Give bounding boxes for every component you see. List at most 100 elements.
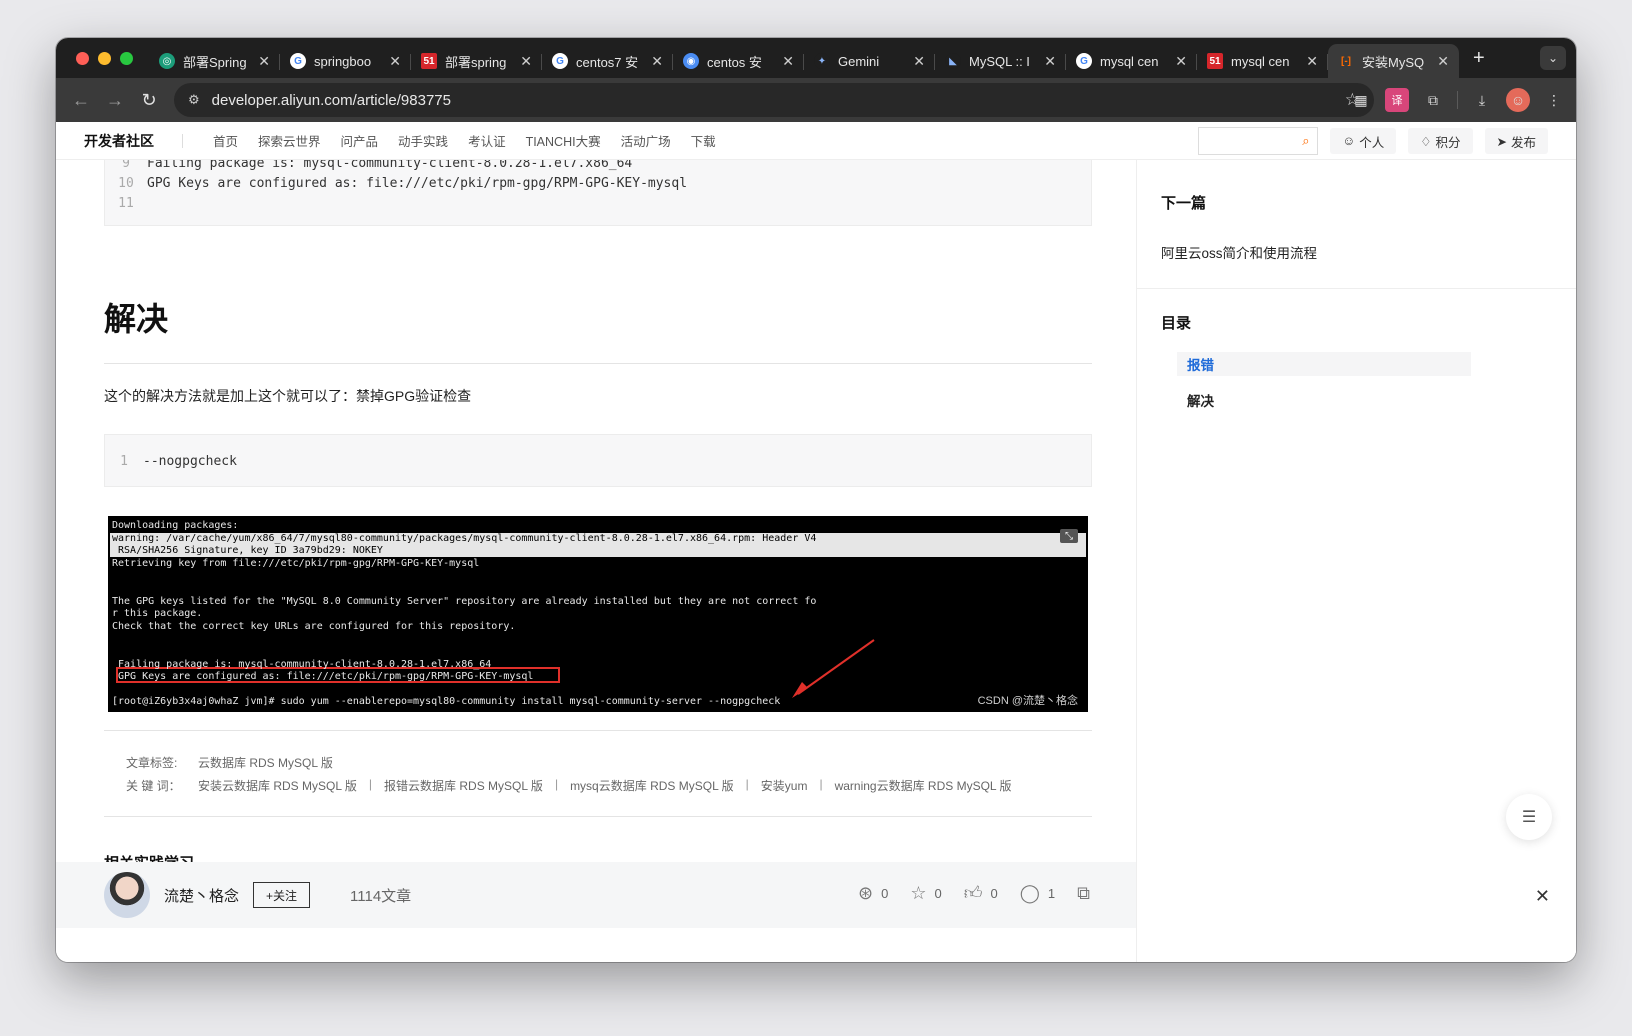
nav-link-1[interactable]: 探索云世界 bbox=[258, 131, 321, 150]
toc-item-solution[interactable]: 解决 bbox=[1177, 388, 1471, 412]
line-number: 1 bbox=[120, 453, 128, 469]
tab-title: centos7 安 bbox=[576, 54, 639, 70]
next-article-link[interactable]: 阿里云oss简介和使用流程 bbox=[1161, 242, 1317, 262]
download-icon[interactable]: ⤓ bbox=[1470, 88, 1494, 112]
url-text[interactable]: developer.aliyun.com/article/983775 bbox=[212, 92, 451, 109]
terminal-line: GPG Keys are configured as: file:///etc/… bbox=[112, 671, 534, 683]
close-tab-icon[interactable]: ✕ bbox=[651, 53, 663, 70]
keyword-separator: | bbox=[554, 777, 559, 791]
keyword-link[interactable]: 报错云数据库 RDS MySQL 版 bbox=[384, 777, 543, 794]
maximize-window-button[interactable] bbox=[120, 51, 133, 65]
header-actions: ⌕ ☺ 个人 ♢ 积分 ➤ 发布 bbox=[1198, 127, 1548, 155]
search-icon[interactable]: ⌕ bbox=[1302, 133, 1309, 149]
tab-5[interactable]: ✦ Gemini ✕ bbox=[804, 46, 935, 76]
address-bar[interactable]: ⚙ developer.aliyun.com/article/983775 ☆ bbox=[174, 83, 1374, 117]
terminal-line: warning: /var/cache/yum/x86_64/7/mysql80… bbox=[112, 532, 817, 544]
nav-link-2[interactable]: 问产品 bbox=[341, 131, 379, 150]
user-icon: ☺ bbox=[1342, 134, 1356, 148]
article-tags: 文章标签: 云数据库 RDS MySQL 版 bbox=[126, 754, 333, 771]
comment-count: 1 bbox=[1047, 885, 1056, 901]
personal-button[interactable]: ☺ 个人 bbox=[1330, 128, 1397, 154]
close-window-button[interactable] bbox=[76, 51, 89, 65]
tab-title: mysql cen bbox=[1231, 53, 1290, 69]
tab-8[interactable]: 51 mysql cen ✕ bbox=[1197, 46, 1328, 76]
tab-title: 安装MySQ bbox=[1362, 54, 1425, 70]
keyword-link[interactable]: warning云数据库 RDS MySQL 版 bbox=[835, 777, 1012, 794]
close-tab-icon[interactable]: ✕ bbox=[1437, 53, 1449, 70]
tab-9[interactable]: [-] 安装MySQ ✕ bbox=[1328, 44, 1459, 78]
author-avatar[interactable] bbox=[104, 872, 150, 918]
nav-link-0[interactable]: 首页 bbox=[213, 131, 238, 150]
aliyun-icon: [-] bbox=[1341, 55, 1351, 67]
close-tab-icon[interactable]: ✕ bbox=[913, 53, 925, 70]
author-name[interactable]: 流楚丶格念 bbox=[164, 885, 239, 906]
like-button[interactable]: 👍︎ 0 bbox=[964, 882, 998, 904]
minimize-window-button[interactable] bbox=[98, 51, 111, 65]
send-icon: ➤ bbox=[1496, 134, 1507, 149]
new-tab-button[interactable]: + bbox=[1473, 47, 1485, 70]
close-tab-icon[interactable]: ✕ bbox=[520, 53, 532, 70]
nav-link-4[interactable]: 考认证 bbox=[468, 131, 506, 150]
feedback-chat-icon[interactable]: ☰ bbox=[1506, 794, 1552, 840]
share-button[interactable]: ⧉ bbox=[1077, 883, 1090, 904]
site-brand[interactable]: 开发者社区 bbox=[84, 131, 154, 151]
terminal-line: RSA/SHA256 Signature, key ID 3a79bd29: N… bbox=[112, 545, 383, 557]
tag-link[interactable]: 云数据库 RDS MySQL 版 bbox=[198, 754, 333, 771]
gemini-icon: ✦ bbox=[814, 53, 830, 69]
keyword-link[interactable]: mysq云数据库 RDS MySQL 版 bbox=[570, 777, 734, 794]
tab-7[interactable]: Gmysql cen ✕ bbox=[1066, 46, 1197, 76]
translate-extension-icon[interactable]: 译 bbox=[1385, 88, 1409, 112]
nav-link-6[interactable]: 活动广场 bbox=[621, 131, 671, 150]
close-tab-icon[interactable]: ✕ bbox=[1044, 53, 1056, 70]
tab-title: centos 安 bbox=[707, 54, 762, 70]
tab-search-icon[interactable]: ⌄ bbox=[1540, 46, 1566, 70]
publish-button[interactable]: ➤ 发布 bbox=[1484, 128, 1548, 154]
extensions-icon[interactable]: ⧉ bbox=[1421, 88, 1445, 112]
close-tab-icon[interactable]: ✕ bbox=[782, 53, 794, 70]
browser-window: ◎ 部署Spring ✕ Gspringboo ✕ 51 部署spring ✕ Gcentos7… bbox=[56, 38, 1576, 962]
close-tab-icon[interactable]: ✕ bbox=[389, 53, 401, 70]
tab-3[interactable]: Gcentos7 安 ✕ bbox=[542, 46, 673, 76]
comment-button[interactable]: ◯ 1 bbox=[1020, 883, 1055, 904]
forward-icon[interactable]: → bbox=[98, 90, 132, 111]
tab-4[interactable]: ◉ centos 安 ✕ bbox=[673, 46, 804, 76]
line-number: 10 bbox=[118, 175, 134, 191]
follow-button[interactable]: +关注 bbox=[253, 882, 311, 908]
points-button[interactable]: ♢ 积分 bbox=[1408, 128, 1473, 154]
next-article-heading: 下一篇 bbox=[1161, 195, 1207, 212]
nav-link-3[interactable]: 动手实践 bbox=[398, 131, 448, 150]
tab-1[interactable]: Gspringboo ✕ bbox=[280, 46, 411, 76]
tab-6[interactable]: ◣ MySQL :: I ✕ bbox=[935, 46, 1066, 76]
close-tab-icon[interactable]: ✕ bbox=[1175, 53, 1187, 70]
reload-icon[interactable]: ↻ bbox=[132, 90, 166, 111]
article-count[interactable]: 1114文章 bbox=[350, 885, 411, 906]
back-icon[interactable]: ← bbox=[64, 90, 98, 111]
toc-item-error[interactable]: 报错 bbox=[1177, 352, 1471, 376]
reward-button[interactable]: ⊛ 0 bbox=[858, 883, 888, 904]
expand-image-icon[interactable]: ⤡ bbox=[1060, 529, 1078, 543]
toolbar-icons: ▦ 译 ⧉ ⤓ ☺ ⋮ bbox=[1349, 88, 1566, 112]
code-line: 1 --nogpgcheck bbox=[105, 451, 1091, 471]
nav-link-5[interactable]: TIANCHI大赛 bbox=[526, 131, 601, 150]
keyword-link[interactable]: 安装云数据库 RDS MySQL 版 bbox=[198, 777, 357, 794]
tab-2[interactable]: 51 部署spring ✕ bbox=[411, 46, 542, 76]
more-menu-icon[interactable]: ⋮ bbox=[1542, 88, 1566, 112]
terminal-line: Check that the correct key URLs are conf… bbox=[112, 620, 516, 632]
close-tab-icon[interactable]: ✕ bbox=[258, 53, 270, 70]
tab-0[interactable]: ◎ 部署Spring ✕ bbox=[149, 46, 280, 76]
personal-label: 个人 bbox=[1359, 135, 1385, 150]
tab-strip: ◎ 部署Spring ✕ Gspringboo ✕ 51 部署spring ✕ Gcentos7… bbox=[56, 38, 1576, 78]
close-tab-icon[interactable]: ✕ bbox=[1306, 53, 1318, 70]
nav-link-7[interactable]: 下载 bbox=[691, 131, 716, 150]
profile-avatar-icon[interactable]: ☺ bbox=[1506, 88, 1530, 112]
code-block-fix: 1 --nogpgcheck bbox=[104, 434, 1092, 487]
tab-title: 部署spring bbox=[445, 54, 507, 70]
site-search-input[interactable]: ⌕ bbox=[1198, 127, 1319, 155]
keyword-link[interactable]: 安装yum bbox=[761, 777, 808, 794]
favorite-button[interactable]: ☆ 0 bbox=[910, 883, 941, 904]
article-actions: ⊛ 0 ☆ 0 👍︎ 0 ◯ 1 ⧉ bbox=[858, 882, 1090, 904]
code-line: 10 GPG Keys are configured as: file:///et… bbox=[105, 173, 1091, 193]
qr-code-icon[interactable]: ▦ bbox=[1349, 88, 1373, 112]
site-info-icon[interactable]: ⚙ bbox=[188, 92, 200, 108]
close-icon[interactable]: ✕ bbox=[1535, 886, 1550, 907]
